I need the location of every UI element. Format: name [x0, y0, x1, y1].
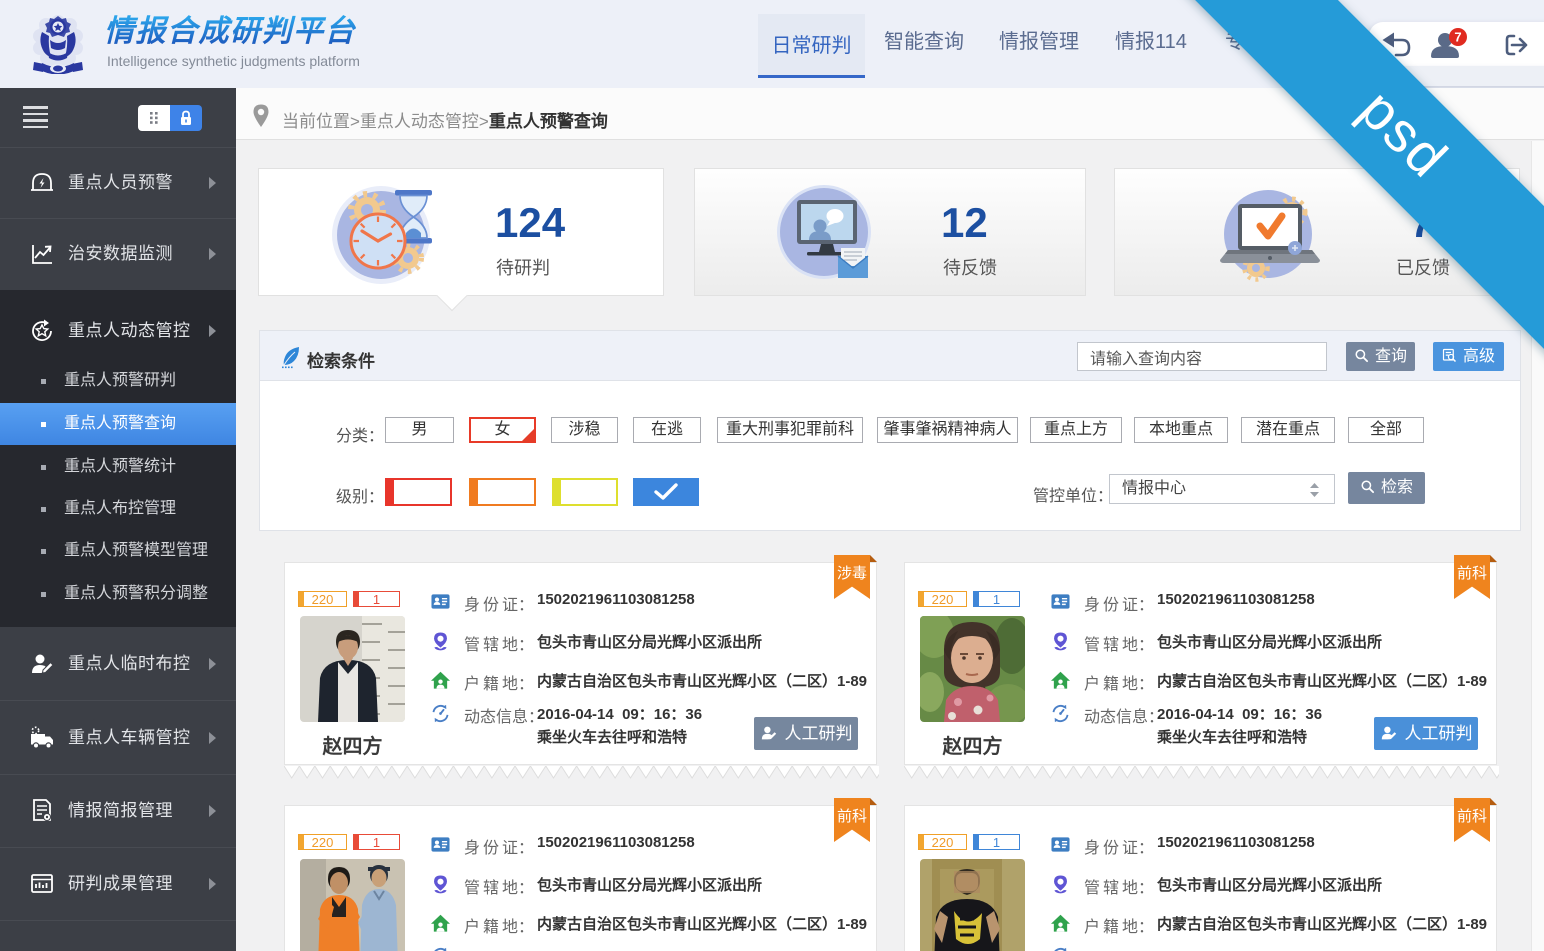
svg-text:7: 7	[1454, 30, 1461, 45]
